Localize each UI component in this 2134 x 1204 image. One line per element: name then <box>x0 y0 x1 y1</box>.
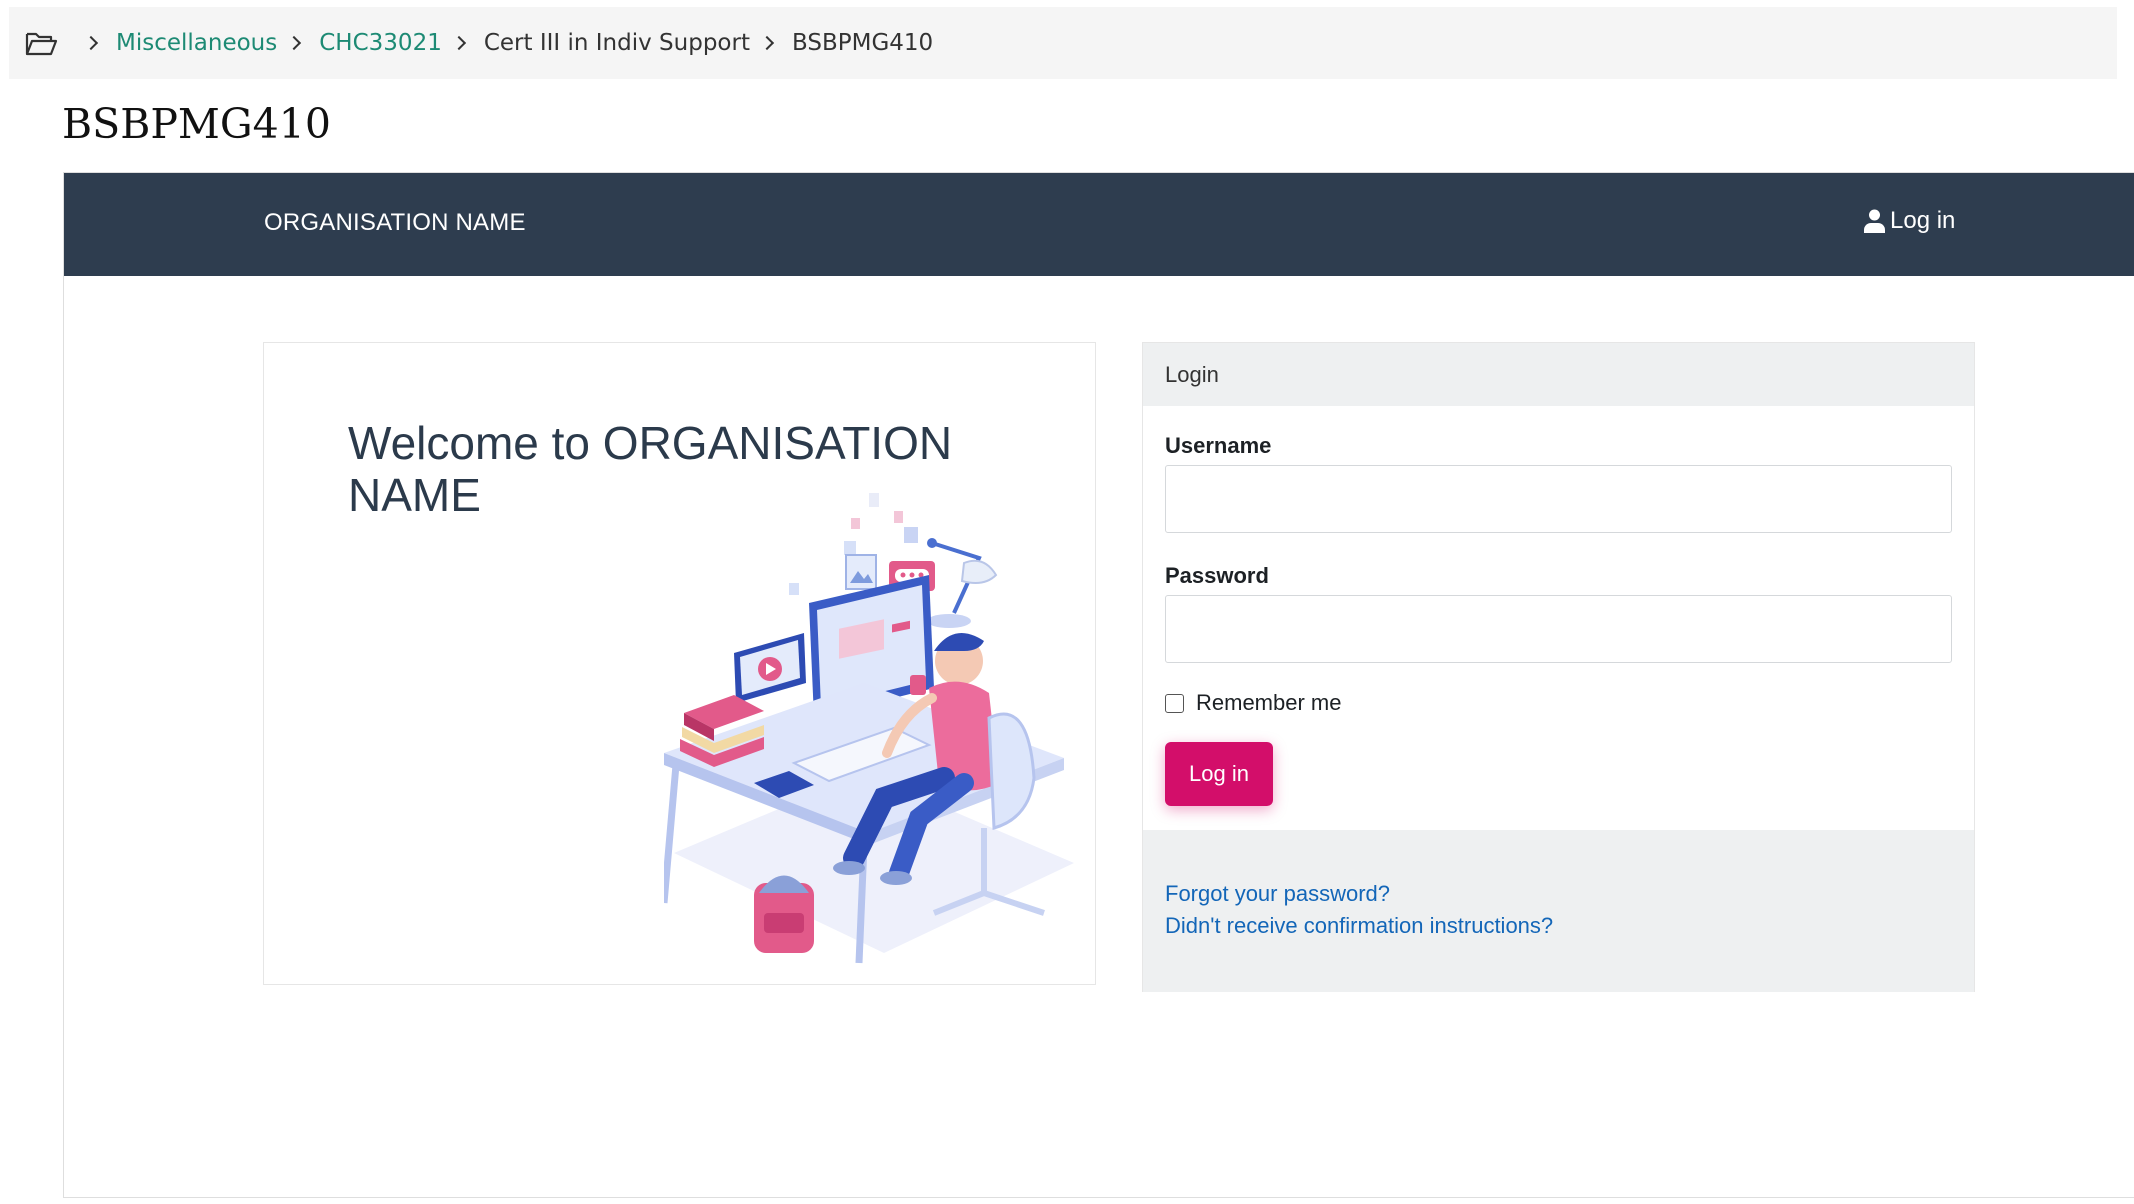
breadcrumb: Miscellaneous CHC33021 Cert III in Indiv… <box>9 7 2117 79</box>
organisation-name[interactable]: ORGANISATION NAME <box>264 209 526 237</box>
workspace-illustration <box>664 493 1074 964</box>
breadcrumb-link-course[interactable]: CHC33021 <box>319 30 442 56</box>
password-input[interactable] <box>1165 595 1952 663</box>
navbar-login-link[interactable]: Log in <box>1864 207 1955 235</box>
remember-me-label[interactable]: Remember me <box>1196 690 1341 716</box>
folder-open-icon[interactable] <box>25 30 58 57</box>
resend-confirmation-link[interactable]: Didn't receive confirmation instructions… <box>1165 910 1974 942</box>
login-card: Login Username Password Remember me Log … <box>1142 342 1975 992</box>
username-label: Username <box>1165 433 1272 458</box>
login-card-header: Login <box>1143 343 1974 406</box>
page-title: BSBPMG410 <box>62 100 331 148</box>
remember-me-row: Remember me <box>1165 690 1341 716</box>
breadcrumb-separator <box>83 35 99 51</box>
login-submit-button[interactable]: Log in <box>1165 742 1273 806</box>
forgot-password-link[interactable]: Forgot your password? <box>1165 878 1974 910</box>
navbar-login-label: Log in <box>1890 207 1956 234</box>
login-card-footer: Forgot your password? Didn't receive con… <box>1143 830 1974 992</box>
welcome-card: Welcome to ORGANISATION NAME <box>263 342 1096 985</box>
password-label: Password <box>1165 563 1269 588</box>
breadcrumb-separator <box>759 35 775 51</box>
user-icon <box>1864 209 1885 233</box>
breadcrumb-link-miscellaneous[interactable]: Miscellaneous <box>116 30 277 56</box>
breadcrumb-separator <box>287 35 302 51</box>
username-input[interactable] <box>1165 465 1952 533</box>
remember-me-checkbox[interactable] <box>1165 693 1184 713</box>
breadcrumb-item-cert: Cert III in Indiv Support <box>483 30 750 56</box>
breadcrumb-separator <box>451 35 466 51</box>
breadcrumb-item-current: BSBPMG410 <box>791 30 934 56</box>
top-navbar: ORGANISATION NAME Log in <box>64 173 2134 276</box>
embedded-frame: ORGANISATION NAME Log in Welcome to ORGA… <box>63 172 2134 1198</box>
